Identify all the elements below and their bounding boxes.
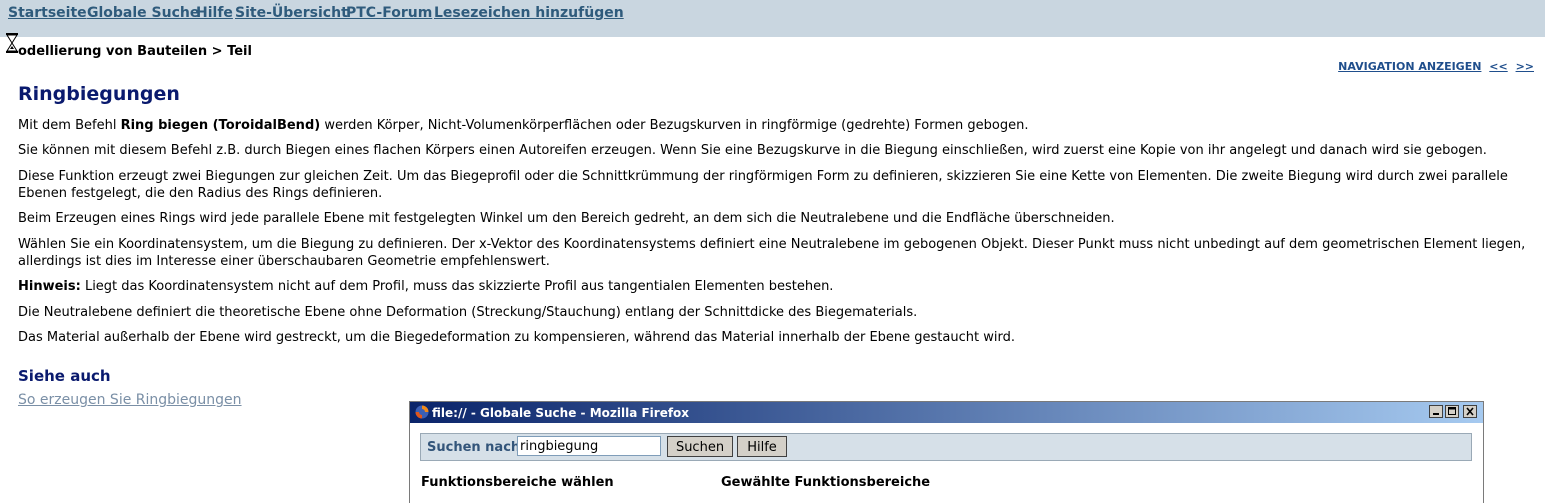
paragraph-coordinate-system: Wählen Sie ein Koordinatensystem, um die… xyxy=(18,237,1526,269)
maximize-button[interactable] xyxy=(1445,405,1459,418)
paragraph-note: Hinweis: Liegt das Koordinatensystem nic… xyxy=(18,278,1533,295)
note-label: Hinweis: xyxy=(18,279,81,294)
select-areas-heading: Funktionsbereiche wählen xyxy=(421,475,614,490)
nav-site-uebersicht-link[interactable]: Site-Übersicht xyxy=(235,5,348,21)
breadcrumb: odellierung von Bauteilen > Teil xyxy=(18,44,252,59)
search-popup-window: file:// - Globale Suche - Mozilla Firefo… xyxy=(409,401,1484,503)
close-button[interactable] xyxy=(1463,405,1477,418)
maximize-icon xyxy=(1448,407,1456,415)
search-bar: Suchen nach: Suchen Hilfe xyxy=(420,433,1472,461)
top-navigation-bar: Startseite Globale Suche Hilfe Site-Über… xyxy=(0,0,1545,37)
firefox-icon xyxy=(415,405,429,419)
nav-lesezeichen-link[interactable]: Lesezeichen hinzufügen xyxy=(434,5,624,21)
intro-text-before: Mit dem Befehl xyxy=(18,118,121,133)
see-also-heading: Siehe auch xyxy=(18,367,111,385)
nav-ptc-forum-link[interactable]: PTC-Forum xyxy=(346,5,432,21)
command-name: Ring biegen (ToroidalBend) xyxy=(120,118,321,133)
search-label: Suchen nach: xyxy=(427,440,526,455)
note-text: Liegt das Koordinatensystem nicht auf de… xyxy=(80,279,834,294)
page-title: Ringbiegungen xyxy=(18,83,180,105)
minimize-icon xyxy=(1433,413,1439,415)
navigation-links: NAVIGATION ANZEIGEN << >> xyxy=(1338,60,1534,73)
help-button[interactable]: Hilfe xyxy=(737,436,787,457)
nav-hilfe-link[interactable]: Hilfe xyxy=(196,5,233,21)
paragraph-ring-creation: Beim Erzeugen eines Rings wird jede para… xyxy=(18,211,1115,226)
selected-areas-heading: Gewählte Funktionsbereiche xyxy=(721,475,931,490)
nav-startseite-link[interactable]: Startseite xyxy=(8,5,87,21)
popup-titlebar[interactable]: file:// - Globale Suche - Mozilla Firefo… xyxy=(410,402,1483,423)
paragraph-neutral-plane: Die Neutralebene definiert die theoretis… xyxy=(18,305,918,320)
search-input[interactable] xyxy=(517,436,661,456)
see-also-link[interactable]: So erzeugen Sie Ringbiegungen xyxy=(18,392,242,408)
close-icon xyxy=(1466,407,1474,416)
nav-globale-suche-link[interactable]: Globale Suche xyxy=(87,5,199,21)
search-button[interactable]: Suchen xyxy=(667,436,733,457)
previous-page-link[interactable]: << xyxy=(1489,60,1507,73)
paragraph-intro: Mit dem Befehl Ring biegen (ToroidalBend… xyxy=(18,117,1533,134)
paragraph-material: Das Material außerhalb der Ebene wird ge… xyxy=(18,330,1015,345)
intro-text-after: werden Körper, Nicht-Volumenkörperfläche… xyxy=(320,118,1029,133)
hourglass-cursor-icon xyxy=(6,33,18,53)
paragraph-function: Diese Funktion erzeugt zwei Biegungen zu… xyxy=(18,169,1508,201)
popup-content: Suchen nach: Suchen Hilfe Funktionsberei… xyxy=(410,423,1483,503)
paragraph-usage: Sie können mit diesem Befehl z.B. durch … xyxy=(18,143,1487,158)
show-navigation-link[interactable]: NAVIGATION ANZEIGEN xyxy=(1338,60,1481,73)
minimize-button[interactable] xyxy=(1429,405,1443,418)
popup-window-title: file:// - Globale Suche - Mozilla Firefo… xyxy=(432,406,690,420)
next-page-link[interactable]: >> xyxy=(1516,60,1534,73)
